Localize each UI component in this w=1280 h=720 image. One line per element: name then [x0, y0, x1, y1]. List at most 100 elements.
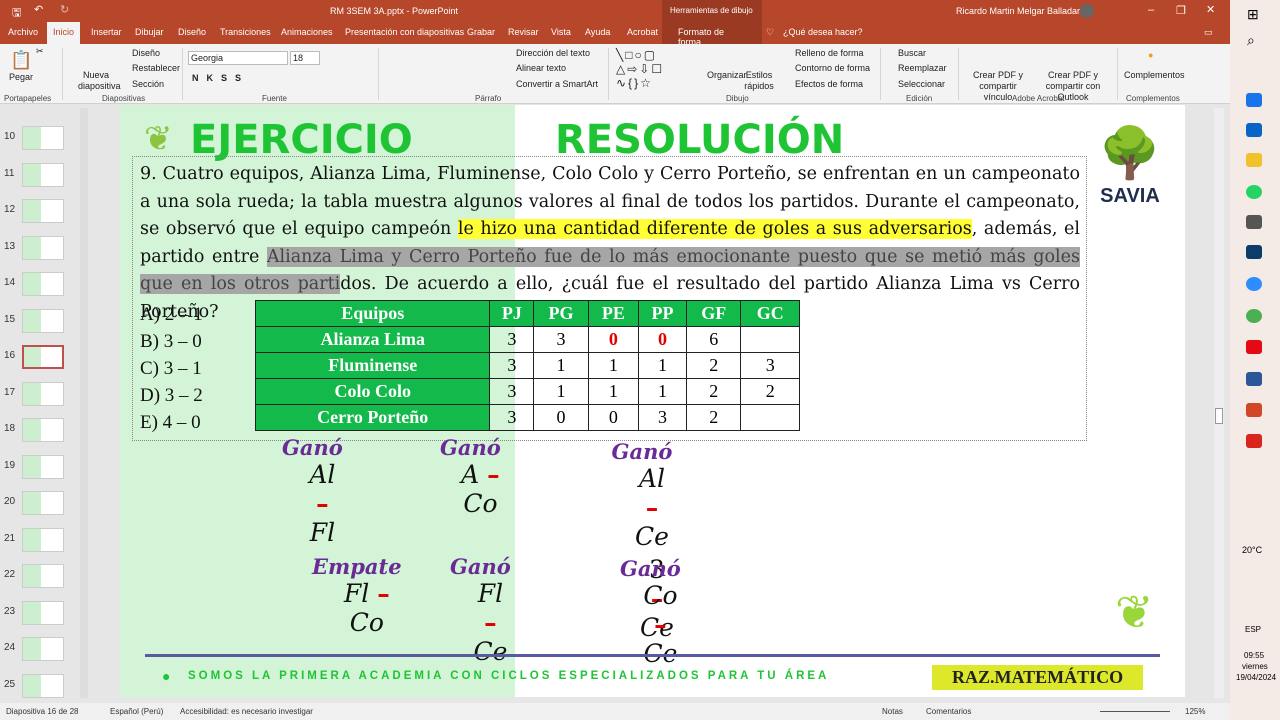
cut-icon[interactable]: ✂ — [36, 46, 44, 57]
slide-thumbnail[interactable] — [22, 235, 64, 260]
paste-button[interactable]: Pegar — [9, 72, 33, 82]
avatar[interactable] — [1080, 4, 1094, 18]
app-icon[interactable] — [1246, 245, 1262, 259]
redo-icon[interactable]: ↻ — [60, 3, 69, 16]
save-icon[interactable]: 🖫 — [12, 4, 21, 23]
tab-inicio[interactable]: Inicio — [47, 22, 81, 44]
store-icon[interactable] — [1246, 93, 1262, 107]
tab-acrobat[interactable]: Acrobat — [627, 27, 658, 37]
new-slide-button[interactable]: Nueva diapositiva — [78, 70, 121, 92]
zoom-slider[interactable] — [1100, 711, 1170, 712]
clock-day[interactable]: viernes — [1242, 662, 1268, 671]
restore-button[interactable]: ❐ — [1176, 4, 1186, 17]
slide-thumbnail[interactable] — [22, 454, 64, 479]
tab-diseno[interactable]: Diseño — [178, 27, 206, 37]
answer-option: D) 3 – 2 — [140, 385, 203, 406]
slide-thumbnail[interactable] — [22, 272, 64, 296]
slide-thumbnail[interactable] — [22, 600, 64, 625]
font-size-select[interactable]: 18 — [290, 51, 320, 65]
tab-formato-de-forma[interactable]: Formato de forma — [662, 22, 762, 47]
replace-button[interactable]: Reemplazar — [898, 63, 947, 73]
tab-animaciones[interactable]: Animaciones — [281, 27, 333, 37]
shape-outline-button[interactable]: Contorno de forma — [795, 63, 870, 73]
slide-thumbnail[interactable] — [22, 673, 64, 698]
weather-temp[interactable]: 20°C — [1242, 545, 1262, 555]
powerpoint-icon[interactable] — [1246, 403, 1262, 417]
table-cell — [740, 326, 800, 353]
arrange-button[interactable]: Organizar — [707, 70, 747, 80]
language-status[interactable]: Español (Perú) — [110, 707, 163, 716]
tab-archivo[interactable]: Archivo — [8, 27, 38, 37]
tab-grabar[interactable]: Grabar — [467, 27, 495, 37]
slide-thumbnail[interactable] — [22, 418, 64, 442]
accessibility-status[interactable]: Accesibilidad: es necesario investigar — [180, 707, 313, 716]
clock-date[interactable]: 19/04/2024 — [1236, 673, 1276, 682]
tab-insertar[interactable]: Insertar — [91, 27, 122, 37]
netflix-icon[interactable] — [1246, 340, 1262, 354]
text-direction-button[interactable]: Dirección del texto — [516, 48, 590, 58]
font-family-select[interactable]: Georgia — [188, 51, 288, 65]
notes-button[interactable]: Notas — [882, 707, 903, 716]
slide-thumbnail[interactable] — [22, 162, 64, 187]
zoom-level[interactable]: 125% — [1185, 707, 1205, 716]
tab-presentacion[interactable]: Presentación con diapositivas — [345, 27, 464, 37]
tab-vista[interactable]: Vista — [551, 27, 571, 37]
thumbnail-number: 18 — [4, 423, 16, 434]
chrome-icon[interactable] — [1246, 309, 1262, 323]
close-button[interactable]: ✕ — [1206, 3, 1215, 16]
table-cell: 3 — [489, 352, 535, 379]
user-name[interactable]: Ricardo Martin Melgar Balladares — [956, 6, 1090, 16]
quick-styles-button[interactable]: Estilos rápidos — [744, 70, 774, 92]
calculator-icon[interactable] — [1246, 215, 1262, 229]
word-icon[interactable] — [1246, 372, 1262, 386]
thumbnail-number: 10 — [4, 131, 16, 142]
slide-thumbnail[interactable] — [22, 381, 64, 406]
comments-button[interactable]: Comentarios — [926, 707, 971, 716]
section-button[interactable]: Sección — [132, 79, 164, 89]
shape-effects-button[interactable]: Efectos de forma — [795, 79, 863, 89]
team-cell: Fluminense — [254, 352, 491, 379]
slide-thumbnail[interactable] — [22, 637, 64, 661]
clock-time[interactable]: 09:55 — [1244, 651, 1264, 660]
slide-thumbnail[interactable] — [22, 527, 64, 552]
smartart-button[interactable]: Convertir a SmartArt — [516, 79, 598, 89]
tell-me-search[interactable]: ¿Qué desea hacer? — [783, 27, 863, 37]
match-annotation: Ganó Co – Ce — [620, 556, 681, 668]
table-header: PE — [587, 300, 639, 327]
reset-button[interactable]: Restablecer — [132, 63, 180, 73]
slide-canvas[interactable]: ❦ EJERCICIO RESOLUCIÓN 🌳 SAVIA 9. Cuatro… — [120, 105, 1185, 697]
slide-thumbnail[interactable] — [22, 345, 64, 369]
slide-thumbnail[interactable] — [22, 199, 64, 223]
search-icon[interactable]: ⌕ — [1247, 32, 1255, 49]
minimize-button[interactable]: – — [1148, 4, 1154, 16]
undo-icon[interactable]: ↶ — [34, 3, 43, 16]
shape-fill-button[interactable]: Relleno de forma — [795, 48, 864, 58]
find-button[interactable]: Buscar — [898, 48, 926, 58]
tab-ayuda[interactable]: Ayuda — [585, 27, 610, 37]
explorer-icon[interactable] — [1246, 153, 1262, 167]
input-language[interactable]: ESP — [1245, 625, 1261, 634]
thumbnails-scrollbar[interactable] — [80, 108, 88, 698]
slide-thumbnail[interactable] — [22, 564, 64, 588]
addins-icon: ● — [1148, 50, 1154, 60]
tab-dibujar[interactable]: Dibujar — [135, 27, 164, 37]
windows-start-icon[interactable]: ⊞ — [1247, 6, 1259, 23]
align-text-button[interactable]: Alinear texto — [516, 63, 566, 73]
mail-icon[interactable] — [1246, 123, 1262, 137]
zoom-icon[interactable] — [1246, 277, 1262, 291]
layout-button[interactable]: Diseño — [132, 48, 160, 58]
font-format-buttons[interactable]: NKSS — [192, 73, 249, 83]
shapes-gallery[interactable]: ╲□○▢ △⇨⇩☐ ∿{}☆ — [616, 48, 664, 90]
acrobat-icon[interactable] — [1246, 434, 1262, 448]
whatsapp-icon[interactable] — [1246, 185, 1262, 199]
slide-scrollbar[interactable] — [1214, 108, 1224, 698]
tab-transiciones[interactable]: Transiciones — [220, 27, 271, 37]
table-row: Fluminense 3 1 1 1 2 3 — [254, 352, 800, 379]
addins-button[interactable]: Complementos — [1124, 70, 1185, 80]
select-button[interactable]: Seleccionar — [898, 79, 945, 89]
tab-revisar[interactable]: Revisar — [508, 27, 539, 37]
slide-thumbnail[interactable] — [22, 308, 64, 333]
slide-thumbnail[interactable] — [22, 126, 64, 150]
comments-icon[interactable]: ▭ — [1204, 27, 1213, 38]
slide-thumbnail[interactable] — [22, 491, 64, 515]
